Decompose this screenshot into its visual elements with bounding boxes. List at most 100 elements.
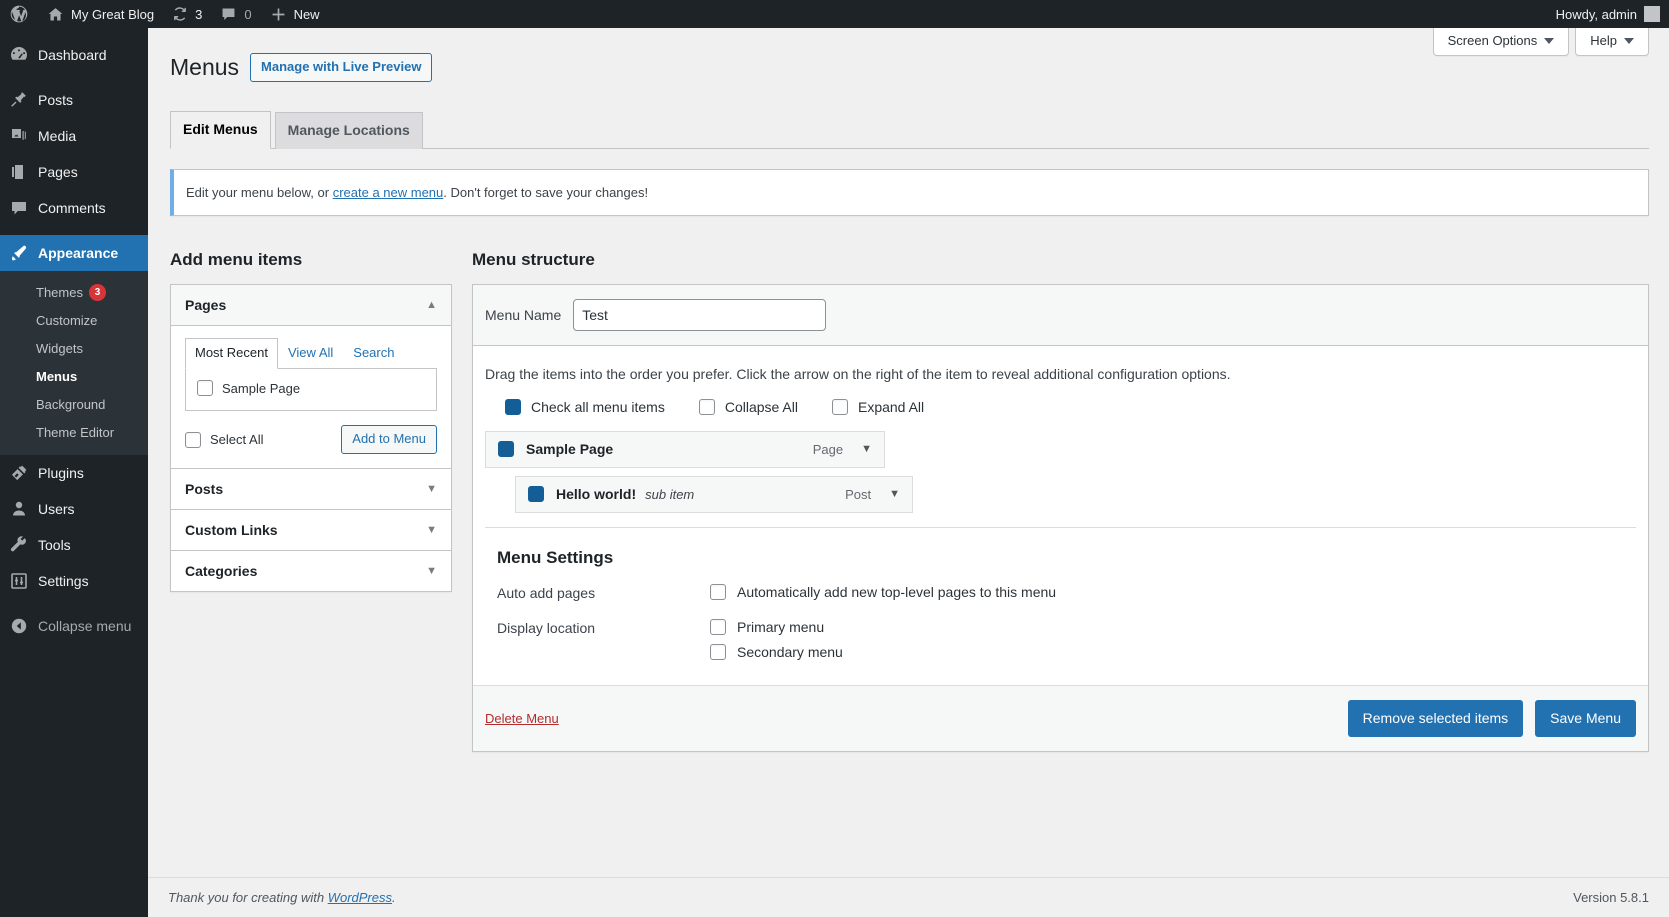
accordion-head-custom-links[interactable]: Custom Links ▼ [171, 510, 451, 551]
tab-edit-menus[interactable]: Edit Menus [170, 110, 271, 149]
plugins-icon [9, 463, 29, 483]
submenu-item-theme-editor[interactable]: Theme Editor [0, 419, 148, 447]
menu-item-row[interactable]: Hello world! sub item Post ▼ [515, 476, 913, 514]
auto-add-pages-checkbox-label: Automatically add new top-level pages to… [737, 583, 1057, 600]
save-menu-button[interactable]: Save Menu [1535, 699, 1636, 737]
remove-selected-items-button[interactable]: Remove selected items [1347, 699, 1524, 737]
sidebar-item-settings[interactable]: Settings [0, 563, 148, 599]
collapse-all-control[interactable]: Collapse All [698, 399, 798, 416]
collapse-all-checkbox[interactable] [698, 399, 715, 416]
wordpress-link[interactable]: WordPress [328, 890, 392, 905]
accordion-head-posts[interactable]: Posts ▼ [171, 469, 451, 510]
check-all-menu-items-control[interactable]: Check all menu items [505, 399, 665, 416]
submenu-item-label: Customize [36, 313, 98, 328]
check-all-menu-items-checkbox[interactable] [505, 399, 521, 416]
submenu-item-widgets[interactable]: Widgets [0, 335, 148, 363]
menu-item-row-wrap-0: Sample Page Page ▼ [485, 431, 885, 469]
menu-body: Drag the items into the order you prefer… [473, 346, 1648, 685]
tab-manage-locations[interactable]: Manage Locations [274, 111, 423, 149]
screen-options-toggle[interactable]: Screen Options [1432, 28, 1570, 56]
submenu-item-background[interactable]: Background [0, 391, 148, 419]
sidebar-item-plugins[interactable]: Plugins [0, 455, 148, 491]
pages-tab-view-all[interactable]: View All [278, 338, 343, 369]
select-all-checkbox[interactable] [185, 431, 201, 448]
sidebar-item-posts[interactable]: Posts [0, 82, 148, 118]
dashboard-icon [9, 45, 29, 65]
secondary-menu-control[interactable]: Secondary menu [710, 643, 1624, 660]
accordion-head-categories[interactable]: Categories ▼ [171, 551, 451, 592]
menu-columns: Add menu items Pages ▲ Most Recent View … [170, 231, 1649, 752]
my-account-menu[interactable]: Howdy, admin [1547, 0, 1669, 28]
sidebar-item-label: Appearance [38, 245, 119, 261]
sidebar-item-label: Users [38, 501, 75, 517]
menu-name-input[interactable] [573, 299, 827, 332]
submenu-item-label: Themes [36, 284, 83, 300]
primary-menu-checkbox[interactable] [710, 618, 726, 635]
site-name-menu[interactable]: My Great Blog [38, 0, 163, 28]
secondary-menu-checkbox[interactable] [710, 643, 726, 660]
admin-bar: My Great Blog 3 0 New Howdy, admin [0, 0, 1669, 28]
auto-add-pages-control[interactable]: Automatically add new top-level pages to… [710, 583, 1624, 600]
pages-tabs: Most Recent View All Search [185, 338, 437, 370]
footer-thanks: Thank you for creating with WordPress. [168, 890, 396, 905]
sidebar-item-label: Plugins [38, 465, 84, 481]
menu-divider-3 [0, 599, 148, 608]
collapse-menu-button[interactable]: Collapse menu [0, 608, 148, 644]
sidebar-item-pages[interactable]: Pages [0, 154, 148, 190]
menu-settings-section: Menu Settings Auto add pages Automatical… [485, 527, 1636, 685]
expand-all-control[interactable]: Expand All [831, 399, 924, 416]
plus-icon [270, 6, 287, 23]
sidebar-item-tools[interactable]: Tools [0, 527, 148, 563]
updates-count: 3 [195, 6, 203, 22]
comments-menu[interactable]: 0 [211, 0, 260, 28]
submenu-item-menus[interactable]: Menus [0, 363, 148, 391]
chevron-up-icon[interactable]: ▲ [426, 299, 437, 311]
sidebar-item-label: Posts [38, 92, 74, 108]
menu-edit-panel: Menu Name Drag the items into the order … [472, 284, 1649, 752]
new-content-menu[interactable]: New [261, 0, 329, 28]
page-list-item[interactable]: Sample Page [197, 378, 425, 398]
expand-all-checkbox[interactable] [831, 399, 848, 416]
menu-item-row[interactable]: Sample Page Page ▼ [485, 431, 885, 469]
pages-tab-panel: Sample Page [185, 369, 437, 412]
sidebar-item-appearance[interactable]: Appearance [0, 235, 156, 271]
wp-logo-menu[interactable] [0, 0, 38, 28]
comment-icon [9, 198, 29, 218]
menu-item-checkbox[interactable] [528, 486, 544, 503]
chevron-down-icon[interactable]: ▼ [426, 524, 437, 536]
auto-add-pages-checkbox[interactable] [710, 583, 726, 600]
chevron-down-icon[interactable]: ▼ [861, 443, 872, 455]
menu-item-sub-label: sub item [645, 486, 695, 502]
chevron-down-icon[interactable]: ▼ [889, 488, 900, 500]
delete-menu-link[interactable]: Delete Menu [485, 711, 559, 726]
pages-tab-search[interactable]: Search [343, 338, 404, 369]
manage-with-live-preview-button[interactable]: Manage with Live Preview [250, 52, 433, 82]
auto-add-pages-row: Auto add pages Automatically add new top… [497, 583, 1624, 609]
appearance-submenu: Themes 3 Customize Widgets Menus Backgro… [0, 271, 148, 455]
add-to-menu-button[interactable]: Add to Menu [341, 425, 437, 455]
sidebar-item-dashboard[interactable]: Dashboard [0, 37, 148, 73]
chevron-down-icon[interactable]: ▼ [426, 565, 437, 577]
media-icon [9, 126, 29, 146]
select-all-row[interactable]: Select All [185, 430, 263, 450]
primary-menu-control[interactable]: Primary menu [710, 618, 1624, 635]
sidebar-item-media[interactable]: Media [0, 118, 148, 154]
pages-tab-most-recent[interactable]: Most Recent [185, 338, 278, 370]
updates-menu[interactable]: 3 [163, 0, 211, 28]
accordion-head-pages[interactable]: Pages ▲ [171, 285, 451, 327]
sidebar-item-comments[interactable]: Comments [0, 190, 148, 226]
pin-icon [9, 90, 29, 110]
sidebar-item-label: Media [38, 128, 77, 144]
menu-item-checkbox[interactable] [498, 441, 514, 458]
submenu-item-themes[interactable]: Themes 3 [0, 278, 148, 307]
screen-options-label: Screen Options [1447, 33, 1538, 48]
auto-add-pages-controls: Automatically add new top-level pages to… [710, 583, 1624, 609]
submenu-item-label: Menus [36, 369, 78, 384]
submenu-item-customize[interactable]: Customize [0, 307, 148, 335]
notice-text-before: Edit your menu below, or [186, 184, 333, 200]
create-new-menu-link[interactable]: create a new menu [333, 185, 444, 200]
sidebar-item-users[interactable]: Users [0, 491, 148, 527]
help-toggle[interactable]: Help [1575, 28, 1649, 56]
chevron-down-icon[interactable]: ▼ [426, 483, 437, 495]
page-item-checkbox[interactable] [197, 380, 213, 397]
